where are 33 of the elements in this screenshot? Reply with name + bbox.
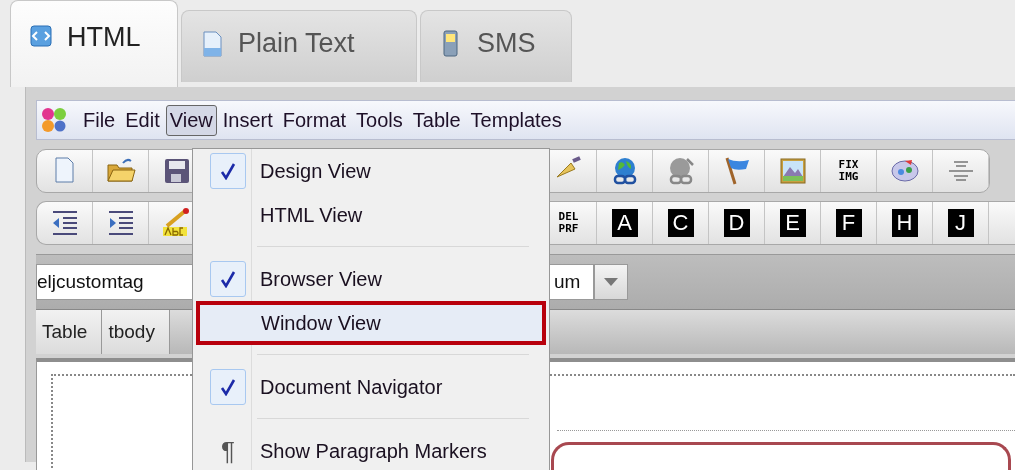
letter-button[interactable]: E xyxy=(779,209,806,237)
menu-item[interactable]: Design View xyxy=(196,149,546,193)
pilcrow-icon: ¶ xyxy=(221,435,235,467)
menu-item[interactable]: Document Navigator xyxy=(196,365,546,409)
dropdown-button[interactable] xyxy=(594,264,628,300)
menu-item[interactable]: Window View xyxy=(196,301,546,345)
menu-item[interactable]: Format xyxy=(278,104,351,136)
checkmark-icon xyxy=(210,369,246,405)
tab[interactable]: SMS xyxy=(420,10,572,82)
tab[interactable]: Plain Text xyxy=(181,10,417,82)
menu-item[interactable]: Table xyxy=(408,104,465,136)
checkmark-icon xyxy=(210,153,246,189)
letter-button[interactable]: F xyxy=(835,209,862,237)
tab[interactable]: HTML xyxy=(10,0,178,87)
breadcrumb-item[interactable]: Table xyxy=(36,310,103,354)
document-icon xyxy=(200,29,224,58)
menu-item[interactable]: File xyxy=(79,104,120,136)
letter-button[interactable]: A xyxy=(611,209,638,237)
breadcrumb-item[interactable]: tbody xyxy=(102,310,170,354)
logo-icon xyxy=(41,107,67,133)
letter-button[interactable]: C xyxy=(667,209,694,237)
menu-item[interactable]: Tools xyxy=(352,104,407,136)
caret-icon xyxy=(604,278,618,286)
menu-item[interactable]: View xyxy=(165,104,217,136)
menu-item[interactable]: Templates xyxy=(466,104,566,136)
checkmark-icon xyxy=(210,261,246,297)
letter-button[interactable]: D xyxy=(723,209,750,237)
toolbar-button[interactable]: FIX IMG xyxy=(821,150,877,192)
menu-item[interactable]: ¶ Show Paragraph Markers xyxy=(196,429,546,470)
letter-button[interactable]: J xyxy=(947,209,974,237)
menu-item[interactable]: Insert xyxy=(218,104,277,136)
letter-button[interactable]: H xyxy=(891,209,918,237)
menu-item[interactable]: Edit xyxy=(121,104,164,136)
